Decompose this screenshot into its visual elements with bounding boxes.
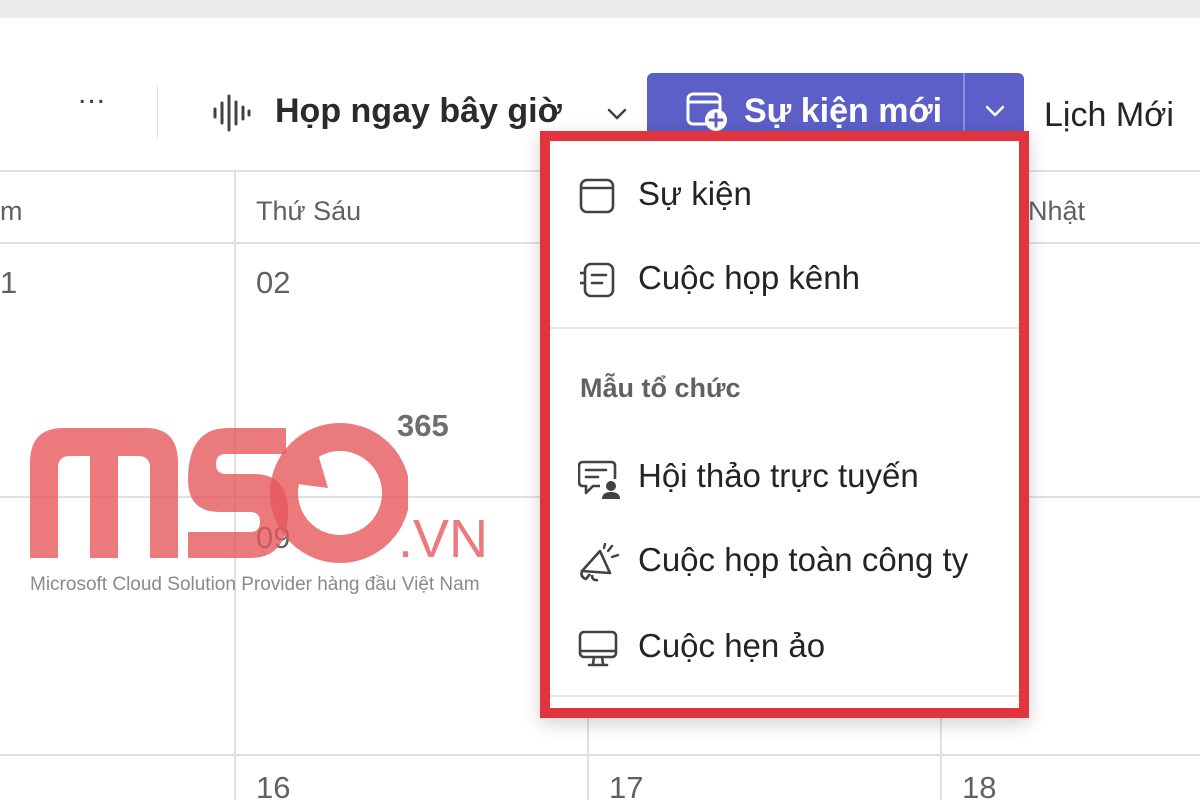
megaphone-icon (580, 543, 620, 582)
meet-now-button[interactable]: Họp ngay bây giờ (275, 92, 562, 131)
menu-item-label: Cuộc họp toàn công ty (638, 541, 969, 578)
calendar-add-icon (686, 92, 727, 131)
date-cell-number[interactable]: 16 (256, 770, 290, 806)
meet-now-icon[interactable] (212, 94, 252, 132)
logo-domain-text: .VN (398, 509, 489, 569)
more-options-button[interactable]: ... (78, 79, 106, 109)
date-cell-number[interactable]: 17 (609, 770, 643, 806)
logo-365-text: 365 (397, 408, 449, 443)
menu-divider (550, 327, 1019, 329)
day-header-thursday: m (0, 196, 23, 226)
logo-tagline: Microsoft Cloud Solution Provider hàng đ… (30, 574, 480, 595)
menu-item-label: Cuộc họp kênh (638, 259, 860, 296)
chevron-down-icon (985, 105, 1005, 117)
toolbar-divider (157, 86, 158, 138)
menu-item-label: Hội thảo trực tuyến (638, 457, 919, 494)
webinar-icon (578, 460, 620, 499)
monitor-icon (578, 630, 618, 667)
menu-item-town-hall[interactable]: Cuộc họp toàn công ty (550, 527, 1019, 597)
new-event-dropdown-menu: Sự kiện Cuộc họp kênh Mẫu tổ chức Hội th… (540, 131, 1029, 718)
date-cell-number[interactable]: 18 (962, 770, 996, 806)
channel-meeting-icon (580, 262, 615, 298)
day-header-sunday: Nhật (1028, 196, 1086, 226)
templates-section-title: Mẫu tổ chức (580, 373, 741, 403)
window-top-strip (0, 0, 1200, 18)
date-cell-number[interactable]: 02 (256, 265, 290, 301)
grid-line (0, 754, 1200, 756)
mso-watermark-logo: 365 .VN Microsoft Cloud Solution Provide… (28, 408, 508, 608)
menu-item-channel-meeting[interactable]: Cuộc họp kênh (550, 245, 1019, 315)
menu-item-label: Cuộc hẹn ảo (638, 627, 826, 664)
day-header-friday: Thứ Sáu (256, 196, 362, 226)
menu-item-webinar[interactable]: Hội thảo trực tuyến (550, 443, 1019, 513)
chevron-down-icon[interactable] (604, 104, 630, 124)
date-cell-number[interactable]: 1 (0, 265, 17, 301)
mso-logo-mark-icon (30, 423, 408, 563)
new-calendar-button[interactable]: Lịch Mới (1044, 96, 1174, 135)
menu-item-virtual-appointment[interactable]: Cuộc hẹn ảo (550, 613, 1019, 683)
calendar-icon (579, 178, 615, 214)
new-event-label: Sự kiện mới (744, 92, 943, 130)
menu-item-label: Sự kiện (638, 175, 752, 212)
menu-item-event[interactable]: Sự kiện (550, 161, 1019, 231)
menu-divider (550, 695, 1019, 697)
